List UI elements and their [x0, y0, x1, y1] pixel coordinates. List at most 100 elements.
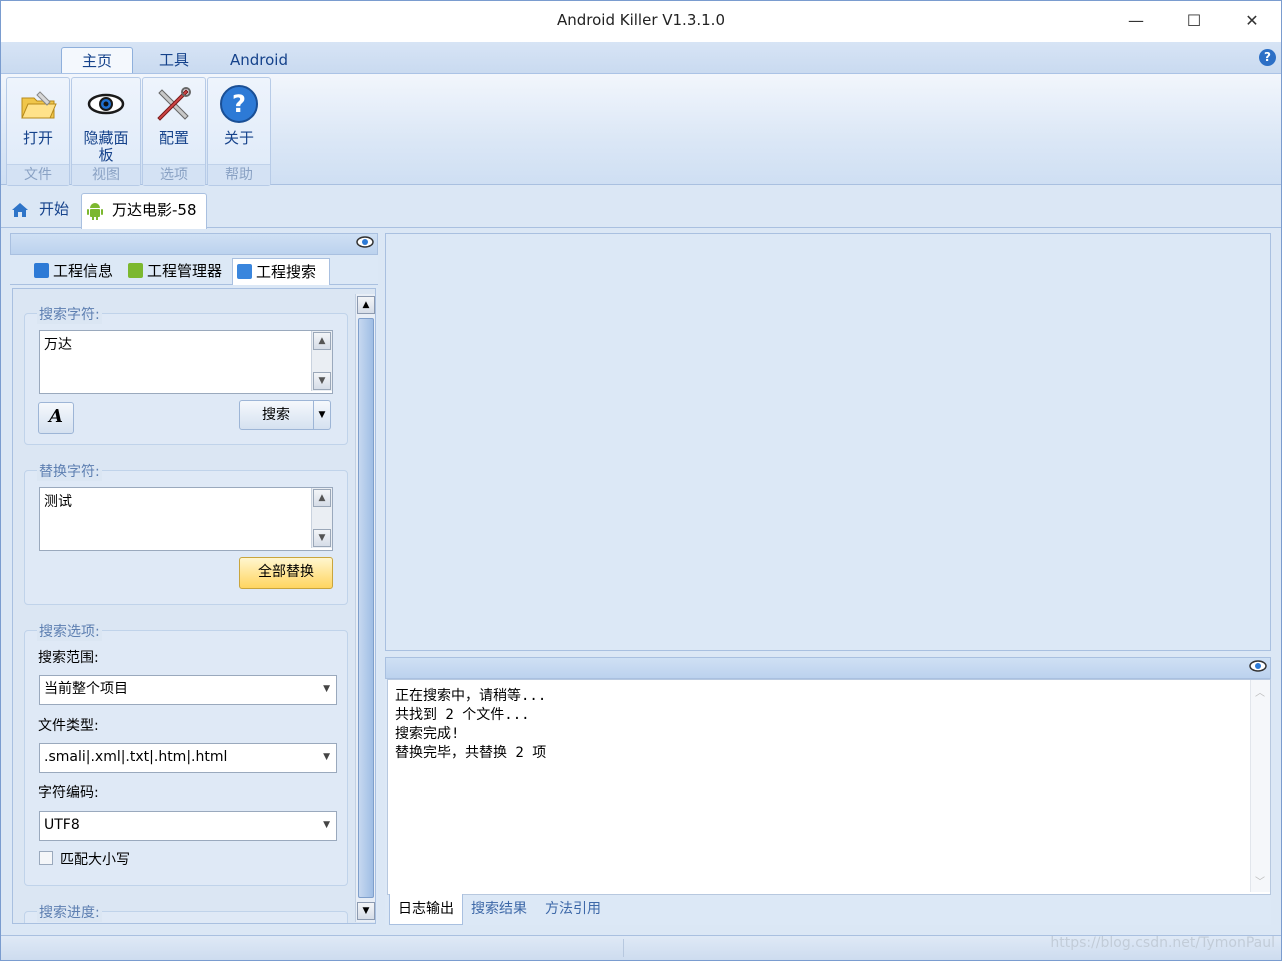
status-divider: [623, 939, 624, 957]
open-button[interactable]: 打开: [7, 78, 69, 164]
open-folder-icon: [21, 91, 57, 119]
maximize-button[interactable]: ☐: [1165, 1, 1223, 41]
match-case-checkbox[interactable]: [39, 851, 53, 865]
scroll-up-icon[interactable]: ▲: [357, 296, 375, 314]
filetype-value: .smali|.xml|.txt|.htm|.html: [44, 749, 228, 765]
info-icon: [34, 263, 49, 278]
progress-group: 搜索进度:: [24, 902, 348, 923]
replace-input-scrollbar[interactable]: ▲ ▼: [311, 488, 332, 548]
log-output[interactable]: 正在搜索中，请稍等... 共找到 2 个文件... 搜索完成! 替换完毕，共替换…: [387, 679, 1271, 895]
hide-panel-label: 隐藏面板: [83, 129, 129, 164]
svg-text:?: ?: [232, 90, 246, 118]
group-caption: 选项: [143, 164, 205, 185]
replace-group: 替换字符: 测试 ▲ ▼ 全部替换: [24, 461, 348, 605]
scroll-up-icon[interactable]: ▲: [313, 489, 331, 507]
search-icon: [237, 264, 252, 279]
group-caption: 帮助: [208, 164, 270, 185]
log-line: 搜索完成!: [395, 726, 460, 742]
filetype-select[interactable]: .smali|.xml|.txt|.htm|.html ▼: [39, 743, 337, 773]
hide-panel-button[interactable]: 隐藏面板: [72, 78, 140, 164]
ribbon-group-help: ? 关于 帮助: [207, 77, 271, 186]
scroll-down-icon[interactable]: ▼: [357, 902, 375, 920]
log-line: 共找到 2 个文件...: [395, 707, 530, 723]
chevron-down-icon: ▼: [323, 684, 330, 694]
font-button[interactable]: A: [38, 402, 74, 434]
about-button[interactable]: ? 关于: [208, 78, 270, 164]
tab-project-search-label: 工程搜索: [256, 263, 317, 281]
window-title: Android Killer V1.3.1.0: [556, 11, 725, 29]
status-bar: https://blog.csdn.net/TymonPaul: [1, 935, 1281, 960]
editor-area: [385, 233, 1271, 651]
scope-label: 搜索范围:: [38, 650, 99, 666]
tab-project-label: 万达电影-58: [112, 201, 197, 219]
search-options-label: 搜索选项:: [37, 621, 102, 641]
config-label: 配置: [158, 129, 189, 147]
tab-start-label: 开始: [39, 200, 70, 218]
tab-project-manager-label: 工程管理器: [147, 262, 223, 280]
dropdown-arrow-icon[interactable]: ▼: [313, 401, 330, 429]
tab-method-refs[interactable]: 方法引用: [545, 894, 601, 924]
replace-all-button[interactable]: 全部替换: [239, 557, 333, 589]
help-icon[interactable]: ?: [1259, 49, 1276, 66]
scroll-up-icon[interactable]: ︿: [1255, 684, 1265, 699]
scroll-down-icon[interactable]: ﹀: [1255, 873, 1265, 888]
search-label: 搜索字符:: [37, 304, 102, 324]
about-label: 关于: [223, 129, 254, 147]
tab-project-search[interactable]: 工程搜索: [232, 258, 330, 285]
document-tabs: 开始 万达电影-58: [1, 186, 1281, 229]
eye-icon[interactable]: [356, 235, 374, 249]
tab-search-results[interactable]: 搜索结果: [471, 894, 527, 924]
tab-start[interactable]: 开始: [9, 193, 75, 228]
tab-log-output[interactable]: 日志输出: [389, 894, 463, 925]
scroll-up-icon[interactable]: ▲: [313, 332, 331, 350]
group-caption: 视图: [72, 164, 140, 185]
log-line: 正在搜索中，请稍等...: [395, 688, 547, 704]
android-icon: [87, 203, 103, 220]
menu-tab-tools[interactable]: 工具: [141, 47, 207, 74]
scrollbar-thumb[interactable]: [358, 318, 374, 898]
scope-select[interactable]: 当前整个项目 ▼: [39, 675, 337, 705]
search-input-value: 万达: [44, 337, 72, 353]
search-input[interactable]: 万达 ▲ ▼: [39, 330, 333, 394]
replace-input[interactable]: 测试 ▲ ▼: [39, 487, 333, 551]
open-label: 打开: [22, 129, 53, 147]
search-input-scrollbar[interactable]: ▲ ▼: [311, 331, 332, 391]
encoding-label: 字符编码:: [38, 785, 99, 801]
encoding-value: UTF8: [44, 817, 80, 833]
search-button-label: 搜索: [262, 407, 290, 423]
config-button[interactable]: 配置: [143, 78, 205, 164]
output-panel: 正在搜索中，请稍等... 共找到 2 个文件... 搜索完成! 替换完毕，共替换…: [385, 657, 1271, 925]
filetype-label: 文件类型:: [38, 718, 99, 734]
scroll-down-icon[interactable]: ▼: [313, 372, 331, 390]
tab-project-manager[interactable]: 工程管理器: [128, 258, 222, 284]
search-options-group: 搜索选项: 搜索范围: 当前整个项目 ▼ 文件类型: .smali|.xml|.…: [24, 621, 348, 886]
left-panel-header: [10, 233, 378, 255]
android-icon: [128, 263, 143, 278]
left-panel-tabs: 工程信息 工程管理器 工程搜索: [10, 254, 378, 285]
log-scrollbar[interactable]: ︿ ﹀: [1250, 680, 1270, 892]
home-icon: [12, 203, 28, 217]
encoding-select[interactable]: UTF8 ▼: [39, 811, 337, 841]
search-button[interactable]: 搜索 ▼: [239, 400, 331, 430]
eye-icon[interactable]: [1249, 659, 1267, 673]
tab-project[interactable]: 万达电影-58: [81, 193, 207, 229]
search-panel: 搜索字符: 万达 ▲ ▼ A 搜索 ▼ 替换字符: 测试 ▲ ▼ 全部替换 搜索…: [12, 288, 376, 924]
replace-label: 替换字符:: [37, 461, 102, 481]
title-bar: Android Killer V1.3.1.0 — ☐ ✕: [0, 0, 1282, 42]
left-panel-scrollbar[interactable]: ▲ ▼: [355, 294, 375, 922]
ribbon-group-file: 打开 文件: [6, 77, 70, 186]
menu-bar: 主页 工具 Android ?: [1, 42, 1281, 75]
watermark: https://blog.csdn.net/TymonPaul: [1050, 935, 1275, 951]
chevron-down-icon: ▼: [323, 820, 330, 830]
group-caption: 文件: [7, 164, 69, 185]
ribbon: 打开 文件 隐藏面板 视图 配置 选项 ? 关于 帮助: [1, 73, 1281, 186]
close-button[interactable]: ✕: [1223, 1, 1281, 41]
tools-icon: [157, 87, 191, 121]
help-icon: ?: [220, 85, 258, 123]
tab-project-info[interactable]: 工程信息: [34, 258, 113, 284]
menu-tab-home[interactable]: 主页: [61, 47, 133, 75]
scroll-down-icon[interactable]: ▼: [313, 529, 331, 547]
menu-tab-android[interactable]: Android: [217, 47, 301, 74]
minimize-button[interactable]: —: [1107, 1, 1165, 41]
output-tabs: 日志输出 搜索结果 方法引用: [385, 894, 1271, 925]
